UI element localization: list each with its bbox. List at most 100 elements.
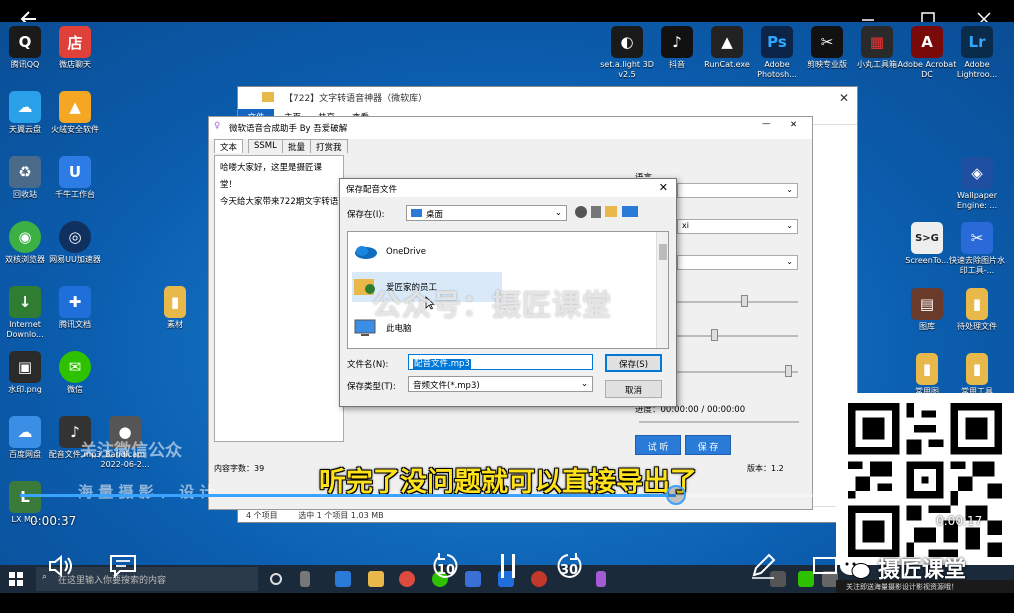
pitch-slider[interactable] bbox=[677, 335, 798, 337]
desktop-icon-lightroom[interactable]: Lr Adobe Lightroo... bbox=[946, 26, 1008, 80]
uu-accelerator-icon: ◎ bbox=[59, 221, 91, 253]
rewind-button[interactable]: 10 bbox=[430, 551, 460, 581]
video-progress-knob[interactable] bbox=[666, 485, 686, 505]
desktop-icon-watermark-remover[interactable]: ✂ 快速去除图片水印工具-... bbox=[946, 222, 1008, 276]
explorer-title: 【722】文字转语音神器（微软库） bbox=[284, 94, 428, 104]
version-label: 版本：1.2 bbox=[747, 464, 784, 473]
save-dialog-close-icon[interactable]: ✕ bbox=[659, 181, 668, 194]
toolbox-icon: ▦ bbox=[861, 26, 893, 58]
up-folder-icon[interactable] bbox=[591, 206, 601, 218]
ghost-caption-1: 关注微信公众 bbox=[80, 441, 182, 461]
save-in-label: 保存在(I): bbox=[347, 210, 385, 220]
chevron-down-icon: ⌄ bbox=[786, 221, 793, 230]
filetype-label: 保存类型(T): bbox=[347, 382, 396, 392]
folder-icon: ▮ bbox=[966, 353, 988, 385]
back-icon[interactable] bbox=[575, 206, 587, 218]
tts-minimize-icon[interactable]: — bbox=[762, 119, 771, 129]
shield-icon: ▲ bbox=[59, 91, 91, 123]
scrollbar-thumb[interactable] bbox=[659, 244, 667, 260]
tab-donate[interactable]: 打赏我 bbox=[310, 139, 348, 153]
tts-tabs: 文本 SSML 批量 打赏我 bbox=[209, 139, 812, 153]
dialog-save-button[interactable]: 保存(S) bbox=[605, 354, 662, 372]
filetype-value: 音频文件(*.mp3) bbox=[413, 381, 480, 391]
playback-slider[interactable] bbox=[639, 421, 799, 423]
wechat-icon: ✉ bbox=[59, 351, 91, 383]
volume-slider[interactable] bbox=[677, 371, 798, 373]
taskbar-app-icon[interactable] bbox=[465, 571, 481, 587]
chevron-down-icon: ⌄ bbox=[554, 208, 562, 218]
tts-text-input[interactable]: 哈喽大家好，这里是摄匠课堂！ 今天给大家带来722期文字转语音 bbox=[214, 155, 344, 442]
tab-batch[interactable]: 批量 bbox=[282, 139, 312, 153]
filename-label: 文件名(N): bbox=[347, 360, 389, 370]
desktop-icon-uu[interactable]: ◎ 网易UU加速器 bbox=[44, 221, 106, 265]
filename-input[interactable]: 配音文件.mp3 bbox=[408, 354, 593, 370]
list-item-onedrive[interactable]: OneDrive bbox=[352, 238, 502, 266]
desktop-icon-huorong[interactable]: ▲ 火绒安全软件 bbox=[44, 91, 106, 135]
filename-value: 配音文件.mp3 bbox=[413, 359, 471, 369]
desktop-icon-pending-folder[interactable]: ▮ 待处理文件 bbox=[946, 288, 1008, 332]
language-select[interactable]: ⌄ bbox=[677, 183, 798, 198]
save-button[interactable]: 保 存 bbox=[685, 435, 731, 455]
rate-slider-knob[interactable] bbox=[741, 295, 748, 307]
gallery-icon: ▤ bbox=[911, 288, 943, 320]
rate-slider[interactable] bbox=[677, 301, 798, 303]
task-view-icon[interactable] bbox=[300, 571, 310, 587]
tts-close-icon[interactable]: ✕ bbox=[790, 120, 797, 130]
folder-list-scrollbar[interactable] bbox=[656, 232, 668, 348]
dialog-cancel-button[interactable]: 取消 bbox=[605, 380, 662, 398]
volume-slider-knob[interactable] bbox=[785, 365, 792, 377]
qr-caption: 关注即送海量摄影设计影视资源哦！ bbox=[836, 580, 1014, 594]
file-explorer-icon[interactable] bbox=[368, 571, 384, 587]
view-menu-icon[interactable] bbox=[622, 206, 638, 217]
explorer-close-icon[interactable]: ✕ bbox=[839, 91, 849, 105]
watermark-text: 公众号：摄匠课堂 bbox=[372, 288, 613, 322]
listen-button[interactable]: 试 听 bbox=[635, 435, 681, 455]
desktop-icon-common-tools[interactable]: ▮ 常用工具 bbox=[946, 353, 1008, 397]
taskbar-app-icon[interactable] bbox=[335, 571, 351, 587]
time-remaining: 0:00:17 bbox=[936, 514, 983, 528]
photoshop-icon: Ps bbox=[761, 26, 793, 58]
explorer-titlebar: 【722】文字转语音神器（微软库） ✕ bbox=[238, 87, 857, 109]
forward-button[interactable]: 30 bbox=[555, 551, 585, 581]
filetype-select[interactable]: 音频文件(*.mp3) ⌄ bbox=[408, 376, 593, 392]
tab-text[interactable]: 文本 bbox=[214, 139, 244, 153]
capcut-icon: ✂ bbox=[811, 26, 843, 58]
save-dialog-titlebar: 保存配音文件 ✕ bbox=[340, 179, 676, 197]
tiktok-icon: ♪ bbox=[661, 26, 693, 58]
screen-mode-icon[interactable] bbox=[810, 551, 840, 581]
voice-select[interactable]: xi ⌄ bbox=[677, 219, 798, 234]
item-count: 4 个项目 bbox=[246, 511, 278, 520]
download-icon: ↓ bbox=[9, 286, 41, 318]
tts-taskbar-icon[interactable] bbox=[596, 571, 606, 587]
chrome-icon[interactable] bbox=[399, 571, 415, 587]
desktop-icon-sucai-folder[interactable]: ▮ 素材 bbox=[144, 286, 206, 330]
text-line-2: 今天给大家带来722期文字转语音 bbox=[220, 197, 338, 207]
pitch-slider-knob[interactable] bbox=[711, 329, 718, 341]
pause-icon[interactable] bbox=[493, 551, 523, 581]
acrobat-icon: A bbox=[911, 26, 943, 58]
style-select[interactable]: ⌄ bbox=[677, 255, 798, 270]
chevron-down-icon: ⌄ bbox=[786, 185, 793, 194]
desktop-icon-qianniu[interactable]: U 千牛工作台 bbox=[44, 156, 106, 200]
desktop-icon-wallpaper-engine[interactable]: ◈ Wallpaper Engine: ... bbox=[946, 157, 1008, 211]
video-progress-bar[interactable] bbox=[20, 485, 840, 505]
pencil-icon[interactable] bbox=[748, 551, 778, 581]
tts-titlebar: ♀ 微软语音合成助手 By 吾爱破解 — ✕ bbox=[209, 117, 812, 139]
subtitles-icon[interactable] bbox=[108, 551, 138, 581]
desktop-icon-wechat[interactable]: ✉ 微信 bbox=[44, 351, 106, 395]
windows-start-icon[interactable] bbox=[9, 572, 23, 586]
tab-ssml[interactable]: SSML bbox=[248, 139, 283, 153]
desktop-icon-weidian[interactable]: 店微店聊天 bbox=[44, 26, 106, 70]
mic-icon: ♀ bbox=[214, 121, 221, 131]
new-folder-icon[interactable] bbox=[605, 206, 617, 217]
folder-icon bbox=[262, 92, 274, 102]
lightroom-icon: Lr bbox=[961, 26, 993, 58]
save-in-select[interactable]: 桌面 ⌄ bbox=[406, 205, 567, 221]
record-icon[interactable] bbox=[531, 571, 547, 587]
onedrive-icon bbox=[355, 246, 377, 259]
watermark-remover-icon: ✂ bbox=[961, 222, 993, 254]
rewind-seconds: 10 bbox=[437, 563, 456, 578]
cortana-icon[interactable] bbox=[270, 573, 282, 585]
desktop-icon-tencent-docs[interactable]: ✚ 腾讯文档 bbox=[44, 286, 106, 330]
volume-icon[interactable] bbox=[46, 551, 76, 581]
